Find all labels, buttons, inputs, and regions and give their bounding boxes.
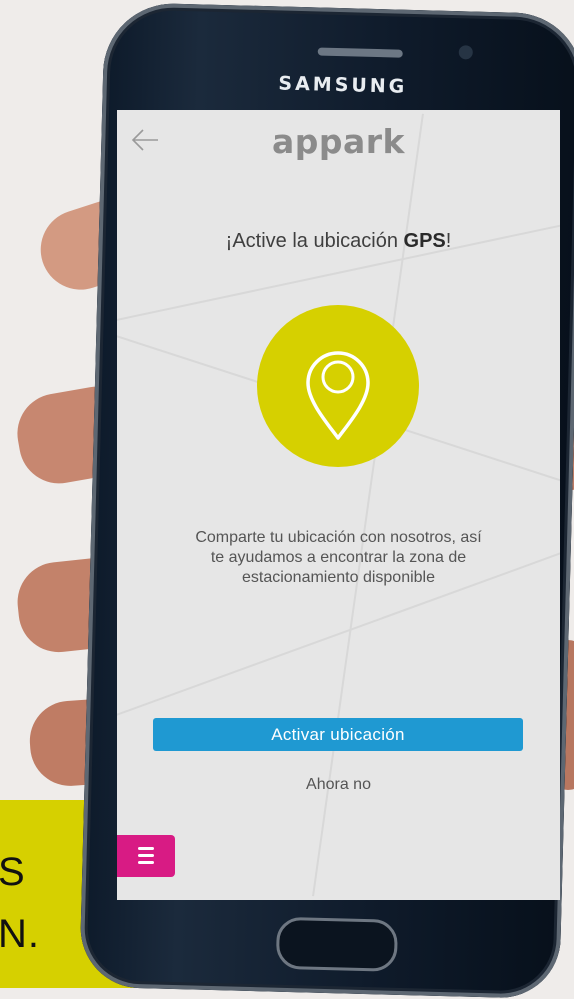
home-button[interactable]: [275, 916, 399, 972]
menu-icon: [138, 847, 154, 850]
headline-suffix: !: [445, 230, 452, 252]
location-badge: [257, 305, 419, 467]
headline-prefix: ¡Active la ubicación: [225, 230, 404, 252]
not-now-button[interactable]: Ahora no: [117, 776, 560, 794]
description-text: Comparte tu ubicación con nosotros, así …: [195, 529, 482, 586]
activate-location-button[interactable]: Activar ubicación: [153, 718, 523, 751]
speaker-grille: [317, 47, 403, 58]
menu-button[interactable]: [117, 835, 175, 877]
menu-icon: [138, 854, 154, 857]
location-pin-icon: [306, 351, 370, 440]
promo-text-line-2: N.: [0, 912, 40, 956]
device-brand: SAMSUNG: [278, 72, 408, 98]
menu-icon: [138, 861, 154, 864]
promo-text-line-1: S: [0, 850, 26, 894]
app-logo: appark: [271, 122, 405, 161]
app-screen: appark ¡Active la ubicación GPS! Compart…: [117, 110, 560, 900]
front-camera: [458, 45, 473, 60]
page-title: ¡Active la ubicación GPS!: [117, 230, 560, 253]
headline-bold: GPS: [403, 230, 446, 252]
